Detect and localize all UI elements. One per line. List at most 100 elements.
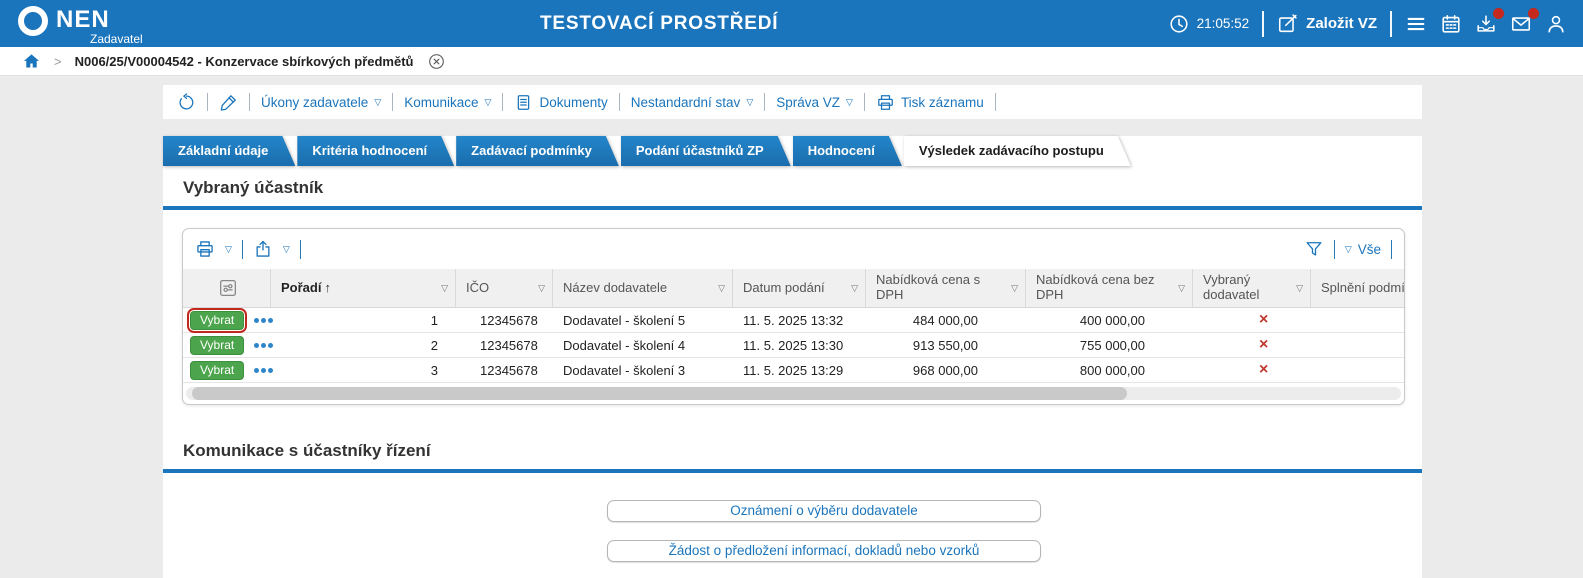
column-header-splneni-podminek[interactable]: Splnění podmínek [1311,269,1404,307]
tab-zakladni-udaje[interactable]: Základní údaje [163,136,295,166]
sort-asc-icon: ↑ [324,279,331,295]
sort-caret-icon[interactable]: ▽ [441,283,448,293]
menu-nestandardni-stav[interactable]: Nestandardní stav ▽ [631,95,753,110]
column-header-nazev-dodavatele[interactable]: Název dodavatele ▽ [553,269,733,307]
menu-sprava-vz[interactable]: Správa VZ ▽ [776,95,853,110]
cell-cena-bez-dph: 755 000,00 [1079,337,1145,353]
not-selected-x-icon: × [1259,336,1269,353]
sort-caret-icon[interactable]: ▽ [718,283,725,293]
time-text: 21:05:52 [1196,16,1250,31]
vybrat-button[interactable]: Vybrat [186,307,248,333]
sort-caret-icon[interactable]: ▽ [1178,283,1185,293]
mail-notification-badge [1528,7,1539,19]
vybrat-button[interactable]: Vybrat [190,360,245,380]
tab-vysledek-zadavaciho-postupu[interactable]: Výsledek zadávacího postupu [904,136,1131,166]
separator [241,239,243,259]
home-icon[interactable] [22,52,41,71]
sort-caret-icon[interactable]: ▽ [538,283,545,293]
column-settings-header [183,269,271,307]
create-vz-button[interactable]: Založit VZ [1277,13,1377,35]
vybrat-button[interactable]: Vybrat [190,335,245,355]
cell-nazev: Dodavatel - školení 4 [563,337,686,353]
menu-komunikace[interactable]: Komunikace ▽ [404,95,491,110]
cell-datum: 11. 5. 2025 13:29 [743,362,844,378]
separator [1391,239,1392,259]
tab-kriteria-hodnoceni[interactable]: Kritéria hodnocení [297,136,454,166]
compose-icon [1279,13,1297,32]
breadcrumb-item[interactable]: N006/25/V00004542 - Konzervace sbírkovýc… [75,54,414,69]
section-title-komunikace: Komunikace s účastníky řízení [183,441,431,460]
cell-poradi: 3 [430,362,438,378]
record-toolbar: Úkony zadavatele ▽ Komunikace ▽ Dokumenty … [163,85,1422,119]
tab-podani-ucastniku-zp[interactable]: Podání účastníků ZP [621,136,791,166]
cell-cena-bez-dph: 800 000,00 [1079,362,1145,378]
page-background: Úkony zadavatele ▽ Komunikace ▽ Dokumenty … [0,85,1583,578]
separator [618,93,620,111]
tab-hodnoceni[interactable]: Hodnocení [793,136,902,166]
cell-poradi: 2 [430,337,438,353]
section-rule [163,206,1422,210]
horizontal-scrollbar-thumb[interactable] [192,387,1127,400]
dropdown-caret-icon: ▽ [1344,243,1352,254]
oznameni-o-vyberu-button[interactable]: Oznámení o výběru dodavatele [607,500,1041,522]
not-selected-x-icon: × [1259,311,1269,328]
table-row[interactable]: Vybrat 3 12345678 Dodavatel - školení 3 … [183,358,1404,383]
column-header-cena-bez-dph[interactable]: Nabídková cena bez DPH ▽ [1026,269,1193,307]
nen-logo[interactable]: NEN Zadavatel [18,2,143,45]
close-tab-icon[interactable] [427,52,446,71]
column-header-ico[interactable]: IČO ▽ [456,269,553,307]
sort-caret-icon[interactable]: ▽ [1011,283,1018,293]
sort-caret-icon[interactable]: ▽ [1296,283,1303,293]
separator [207,93,208,111]
refresh-icon[interactable] [177,92,196,112]
column-header-vybrany-dodavatel[interactable]: Vybraný dodavatel ▽ [1193,269,1311,307]
menu-ukony-zadavatele[interactable]: Úkony zadavatele ▽ [261,95,381,110]
main-panel: Základní údaje Kritéria hodnocení Zadáva… [163,136,1422,578]
grid-export-icon[interactable] [253,239,273,259]
separator [392,93,394,111]
cell-datum: 11. 5. 2025 13:32 [743,312,844,328]
dropdown-caret-icon[interactable]: ▽ [283,244,290,255]
cell-datum: 11. 5. 2025 13:30 [743,337,844,353]
cell-nazev: Dodavatel - školení 5 [563,312,686,328]
column-header-datum-podani[interactable]: Datum podání ▽ [733,269,866,307]
grid-print-icon[interactable] [195,239,215,259]
separator [994,93,996,111]
downloads-notification-badge [1493,7,1504,19]
sort-caret-icon[interactable]: ▽ [851,283,858,293]
cell-ico: 12345678 [480,362,538,378]
cell-nazev: Dodavatel - školení 3 [563,362,686,378]
menu-icon[interactable] [1405,13,1427,35]
cell-poradi: 1 [430,312,438,328]
brand-subtitle: Zadavatel [90,32,143,46]
filter-all-selector[interactable]: ▽ Vše [1345,242,1381,257]
cell-cena-s-dph: 484 000,00 [912,312,978,328]
brand-name: NEN [56,6,110,33]
table-row[interactable]: Vybrat 2 12345678 Dodavatel - školení 4 … [183,333,1404,358]
table-row[interactable]: Vybrat 1 12345678 Dodavatel - školení 5 … [183,307,1404,333]
column-header-cena-s-dph[interactable]: Nabídková cena s DPH ▽ [866,269,1026,307]
column-settings-icon[interactable] [217,277,239,299]
dropdown-caret-icon: ▽ [484,96,492,107]
print-record-button[interactable]: Tisk záznamu [876,93,984,112]
filter-funnel-icon[interactable] [1304,239,1324,259]
cell-cena-s-dph: 913 550,00 [912,337,978,353]
user-profile-icon[interactable] [1545,13,1567,35]
clock-icon [1170,14,1188,33]
cell-cena-s-dph: 968 000,00 [912,362,978,378]
zadost-o-predlozeni-button[interactable]: Žádost o předložení informací, dokladů n… [607,540,1041,562]
separator [299,239,301,259]
environment-title: TESTOVACÍ PROSTŘEDÍ [540,13,779,34]
edit-pencil-icon[interactable] [219,93,238,112]
separator [1390,10,1392,37]
calendar-icon[interactable] [1440,13,1462,35]
document-icon [518,94,530,110]
menu-dokumenty[interactable]: Dokumenty [514,93,608,112]
nen-logo-icon [18,6,48,36]
column-header-poradi[interactable]: Pořadí ↑ ▽ [271,269,456,307]
breadcrumb-chevron: > [54,53,62,69]
separator [764,93,766,111]
separator [1262,10,1265,37]
tab-zadavaci-podminky[interactable]: Zadávací podmínky [456,136,619,166]
dropdown-caret-icon[interactable]: ▽ [225,244,232,255]
